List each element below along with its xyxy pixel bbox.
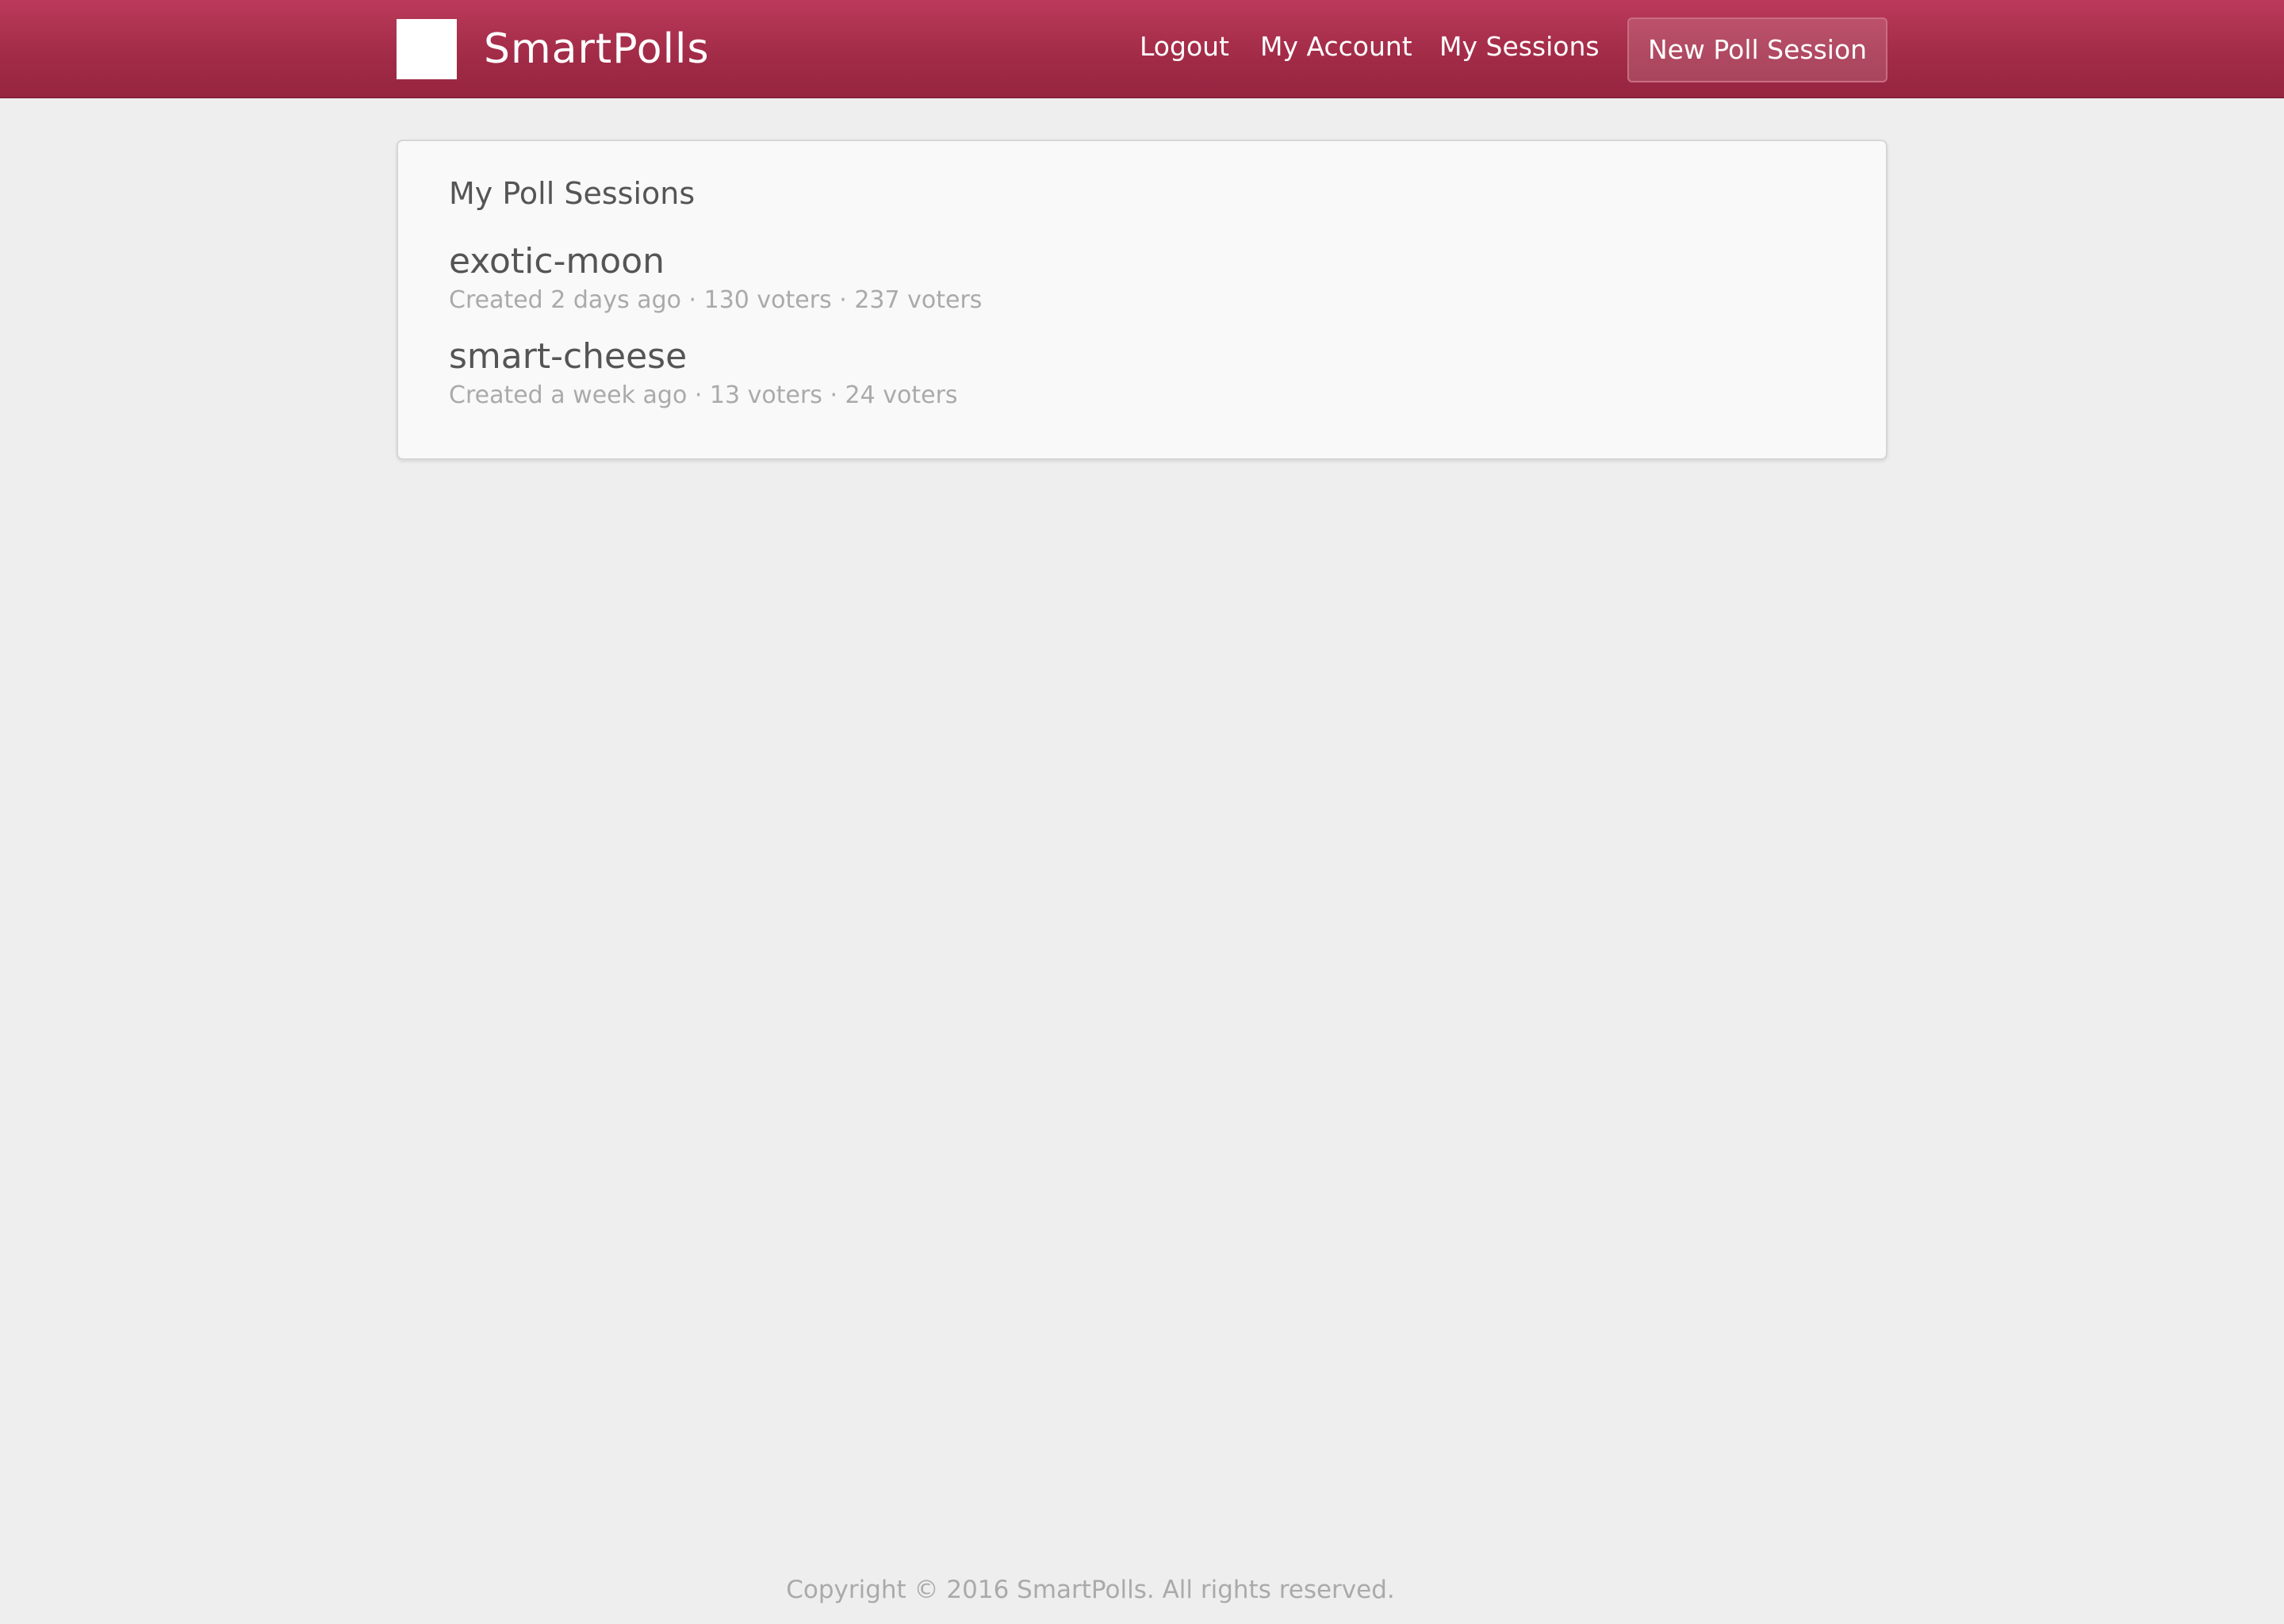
top-navbar: SmartPolls Logout My Account My Sessions… — [0, 0, 2284, 98]
square-logo-icon[interactable] — [397, 19, 457, 79]
poll-sessions-card: My Poll Sessions exotic-moon Created 2 d… — [397, 140, 1887, 460]
session-list-item: exotic-moon Created 2 days ago · 130 vot… — [449, 239, 1797, 317]
card-title: My Poll Sessions — [449, 176, 696, 211]
new-poll-session-button[interactable]: New Poll Session — [1627, 17, 1887, 82]
session-name-link[interactable]: smart-cheese — [449, 335, 1797, 379]
brand-name[interactable]: SmartPolls — [484, 21, 710, 78]
nav-logout-link[interactable]: Logout — [1140, 29, 1229, 65]
nav-my-account-link[interactable]: My Account — [1260, 29, 1412, 65]
session-meta: Created 2 days ago · 130 voters · 237 vo… — [449, 286, 983, 314]
session-meta: Created a week ago · 13 voters · 24 vote… — [449, 381, 958, 409]
footer-copyright: Copyright © 2016 SmartPolls. All rights … — [786, 1576, 1395, 1604]
nav-my-sessions-link[interactable]: My Sessions — [1439, 29, 1600, 65]
session-list-item: smart-cheese Created a week ago · 13 vot… — [449, 335, 1797, 412]
session-name-link[interactable]: exotic-moon — [449, 239, 1797, 284]
